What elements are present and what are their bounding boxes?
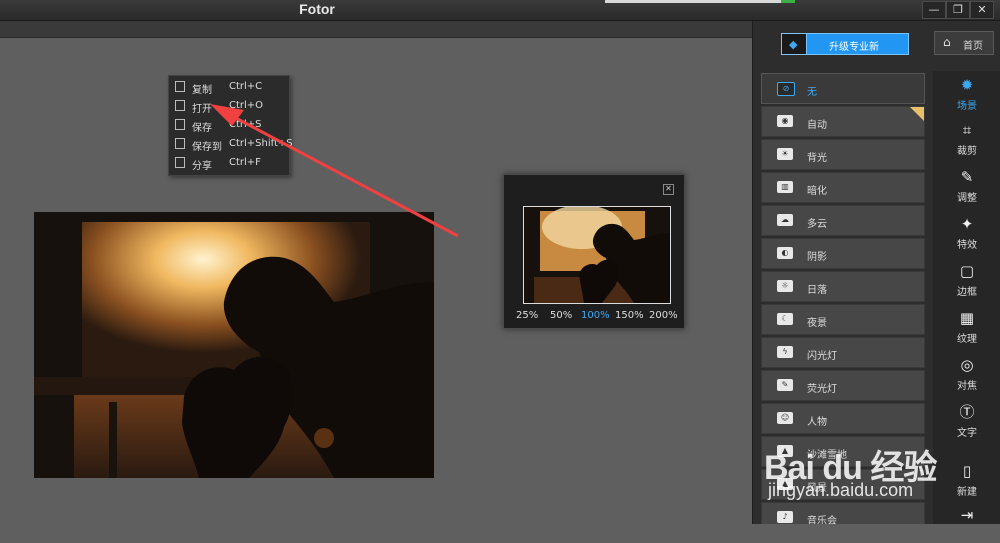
frame-icon: ▢ [959,262,975,280]
home-icon: ⌂ [943,35,951,49]
scene-flash[interactable]: ϟ 闪光灯 [761,337,925,368]
zoom-thumbnail[interactable] [523,206,671,304]
menu-item-shortcut: Ctrl+O [229,100,264,111]
restore-button[interactable]: ❐ [946,1,970,19]
tool-label: 边框 [957,287,977,298]
tool-frame[interactable]: ▢ 边框 [933,259,1000,299]
scene-auto[interactable]: ◉ 自动 [761,106,925,137]
minimize-button[interactable]: — [922,1,946,19]
upgrade-pro-button[interactable]: ◆ 升级专业新 [781,33,909,55]
backlight-icon: ☀ [777,148,793,160]
tool-label: 场景 [957,101,977,112]
scene-sunset[interactable]: ☼ 日落 [761,271,925,302]
zoom-level-200[interactable]: 200% [649,310,678,321]
zoom-level-50[interactable]: 50% [550,310,572,321]
menu-item-label: 保存到 [192,142,222,153]
close-icon[interactable]: ✕ [663,184,674,195]
home-label: 首页 [963,41,983,52]
tool-label: 裁剪 [957,146,977,157]
close-button[interactable]: ✕ [970,1,994,19]
upgrade-label: 升级专业新 [829,42,879,53]
app-title: Fotor [299,1,335,17]
tool-label: 对焦 [957,381,977,392]
menu-item-label: 打开 [192,104,212,115]
crop-icon: ⌗ [962,121,972,139]
zoom-preview-panel: ✕ 25% 50% 100% 150% 200% [503,174,685,329]
scene-label: 阴影 [807,252,827,263]
title-bar: Fotor — ❐ ✕ [0,0,1000,21]
tool-label: 调整 [957,193,977,204]
copy-icon [175,81,185,92]
scene-none[interactable]: ⊘ 无 [761,73,925,104]
sparkle-icon: ✦ [960,215,974,233]
save-to-icon [175,138,185,149]
scene-label: 夜景 [807,318,827,329]
pencil-icon: ✎ [960,168,974,186]
open-file-icon [175,100,185,111]
darken-icon: ▥ [777,181,793,193]
progress-strip [605,0,795,3]
zoom-level-100[interactable]: 100% [581,310,610,321]
scene-label: 闪光灯 [807,351,837,362]
tool-scene[interactable]: ✹ 场景 [933,73,1000,113]
share-icon [175,157,185,168]
menu-item-share[interactable]: 分享 Ctrl+F [169,153,289,172]
flash-icon: ϟ [777,346,793,358]
scene-label: 自动 [807,120,827,131]
menu-item-shortcut: Ctrl+Shift+S [229,138,293,149]
zoom-level-25[interactable]: 25% [516,310,538,321]
baidu-watermark: Bai du 经验 jingyan.baidu.com [764,418,1000,524]
zoom-level-150[interactable]: 150% [615,310,644,321]
focus-icon: ◎ [960,356,974,374]
diamond-icon: ◆ [789,38,798,51]
save-icon [175,119,185,130]
scene-label: 无 [807,87,817,98]
cloud-icon: ☁ [777,214,793,226]
context-menu: 复制 Ctrl+C 打开 Ctrl+O 保存 Ctrl+S 保存到 Ctrl+S… [168,75,293,176]
scene-night[interactable]: ☾ 夜景 [761,304,925,335]
sun-icon: ✹ [960,76,974,94]
menu-item-label: 分享 [192,161,212,172]
menu-item-shortcut: Ctrl+S [229,119,262,130]
home-button[interactable]: ⌂ 首页 [934,31,994,55]
texture-icon: ▦ [959,309,975,327]
fluorescent-icon: ✎ [777,379,793,391]
photo-canvas-image[interactable] [34,212,434,478]
menu-item-shortcut: Ctrl+C [229,81,263,92]
scene-backlight[interactable]: ☀ 背光 [761,139,925,170]
scene-shadow[interactable]: ◐ 阴影 [761,238,925,269]
watermark-url: jingyan.baidu.com [768,480,914,500]
tool-label: 特效 [957,240,977,251]
menu-item-open[interactable]: 打开 Ctrl+O [169,96,289,115]
scene-fluorescent[interactable]: ✎ 荧光灯 [761,370,925,401]
scene-label: 多云 [807,219,827,230]
tool-adjust[interactable]: ✎ 调整 [933,165,1000,205]
tool-focus[interactable]: ◎ 对焦 [933,353,1000,393]
silhouette-photo [34,212,434,478]
scene-label: 荧光灯 [807,384,837,395]
thumbnail-image [524,207,670,303]
menu-item-label: 复制 [192,85,212,96]
shadow-icon: ◐ [777,247,793,259]
none-icon: ⊘ [777,82,795,96]
menu-item-label: 保存 [192,123,212,134]
tool-texture[interactable]: ▦ 纹理 [933,306,1000,346]
scene-cloudy[interactable]: ☁ 多云 [761,205,925,236]
menu-item-copy[interactable]: 复制 Ctrl+C [169,77,289,96]
menu-item-save[interactable]: 保存 Ctrl+S [169,115,289,134]
menu-item-save-to[interactable]: 保存到 Ctrl+Shift+S [169,134,293,153]
tool-label: 纹理 [957,334,977,345]
scene-label: 背光 [807,153,827,164]
scene-label: 暗化 [807,186,827,197]
night-icon: ☾ [777,313,793,325]
menu-item-shortcut: Ctrl+F [229,157,261,168]
toolbar-strip [0,21,752,38]
camera-icon: ◉ [777,115,793,127]
sunset-icon: ☼ [777,280,793,292]
scene-darken[interactable]: ▥ 暗化 [761,172,925,203]
tool-crop[interactable]: ⌗ 裁剪 [933,118,1000,158]
tool-effects[interactable]: ✦ 特效 [933,212,1000,252]
scene-label: 日落 [807,285,827,296]
pro-badge-icon [910,107,924,121]
